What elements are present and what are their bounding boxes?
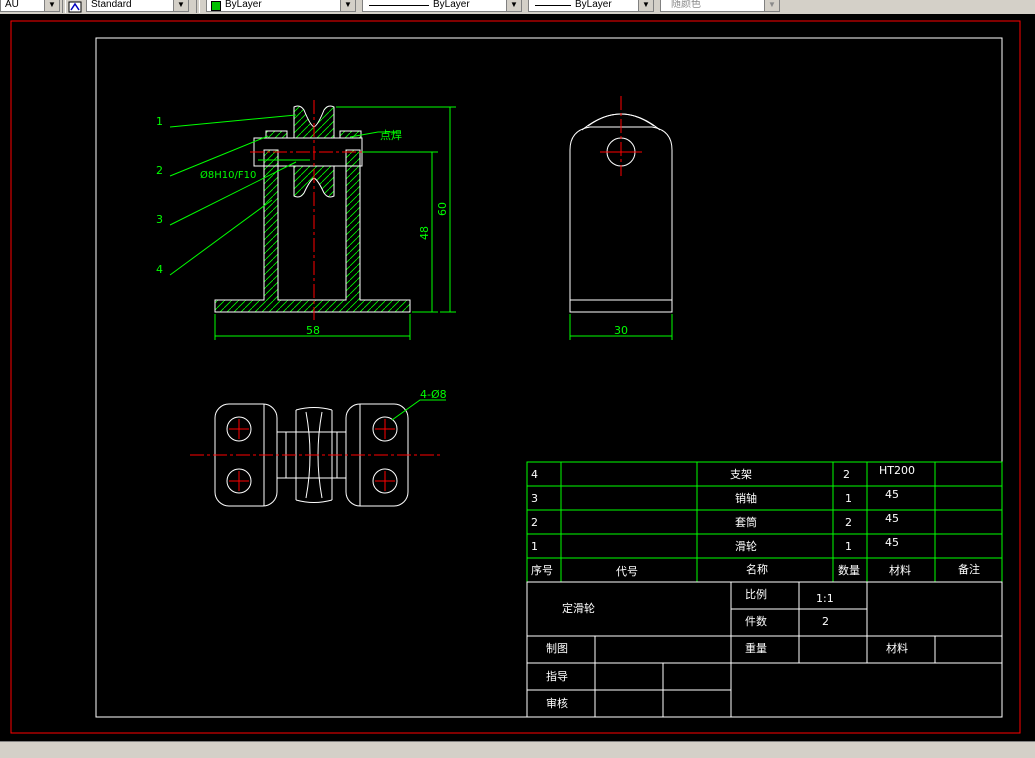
bom-material: HT200	[879, 464, 915, 477]
side-view: 30	[569, 96, 673, 340]
bom-material: 45	[885, 536, 899, 549]
cut-off-combo-value: AU	[5, 0, 19, 10]
bom-header-material: 材料	[889, 563, 911, 577]
lineweight-swatch-icon	[535, 5, 571, 6]
linetype-combo[interactable]: ByLayer ▼	[362, 0, 522, 12]
toolbar-separator	[62, 0, 66, 13]
leader-line-4	[169, 199, 273, 276]
leader-label-3: 3	[156, 213, 163, 226]
chevron-down-icon[interactable]: ▼	[764, 0, 779, 11]
weight-label: 重量	[745, 641, 767, 655]
weld-note: 点焊	[380, 128, 402, 142]
bom-material: 45	[885, 488, 899, 501]
color-combo[interactable]: ByLayer ▼	[206, 0, 356, 12]
drawn-label: 制图	[546, 642, 568, 655]
toolbar-separator	[196, 0, 200, 13]
linetype-swatch-icon	[369, 5, 429, 6]
leader-label-1: 1	[156, 115, 163, 128]
bom-seq: 3	[531, 492, 538, 505]
pieces-value: 2	[822, 615, 829, 628]
hole-note: 4-Ø8	[420, 388, 447, 401]
leader-line-1	[169, 114, 297, 128]
cut-off-combo[interactable]: AU ▼	[0, 0, 60, 12]
title-block-text: 定滑轮 比例 1:1 件数 2 制图 重量 材料 指导 审核	[546, 587, 908, 710]
bom-header-name: 名称	[746, 562, 768, 576]
bom-qty: 1	[845, 540, 852, 553]
fit-note: Ø8H10/F10	[200, 169, 256, 181]
status-bar	[0, 741, 1035, 758]
material-label: 材料	[886, 641, 908, 655]
bom-name: 套筒	[735, 515, 757, 529]
drawing-name: 定滑轮	[562, 601, 595, 615]
text-style-combo[interactable]: Standard ▼	[86, 0, 189, 12]
bom-material: 45	[885, 512, 899, 525]
color-combo-value: ByLayer	[225, 0, 262, 10]
bom-name: 支架	[730, 468, 752, 481]
plotstyle-combo[interactable]: 随颜色 ▼	[660, 0, 780, 12]
bom-header-seq: 序号	[531, 563, 553, 577]
sleeve-left-section	[265, 130, 288, 139]
lineweight-combo[interactable]: ByLayer ▼	[528, 0, 654, 12]
dim-48-text: 48	[418, 226, 431, 240]
dim-30-text: 30	[614, 324, 628, 337]
leader-label-4: 4	[156, 263, 163, 276]
bom-qty: 2	[843, 468, 850, 481]
text-style-icon[interactable]	[68, 0, 82, 13]
bom-header-note: 备注	[958, 562, 980, 576]
chevron-down-icon[interactable]: ▼	[638, 0, 653, 11]
bom-rows: 4 支架 2 HT200 3 销轴 1 45 2 套筒 2 45 1 滑轮 1 …	[531, 464, 980, 578]
bom-seq: 2	[531, 516, 538, 529]
bom-name: 滑轮	[735, 539, 757, 553]
text-style-value: Standard	[91, 0, 132, 10]
pieces-label: 件数	[745, 615, 767, 628]
color-swatch-icon	[211, 1, 221, 11]
chevron-down-icon[interactable]: ▼	[173, 0, 188, 11]
hole-note-leader	[391, 399, 446, 421]
review-label: 审核	[546, 696, 568, 710]
plotstyle-combo-value: 随颜色	[671, 0, 701, 10]
cad-drawing: 1 2 3 4 点焊 Ø8H10/F10 58 48 60 30 4-Ø8 4 …	[10, 20, 1021, 734]
inner-frame-border	[95, 37, 1003, 718]
chevron-down-icon[interactable]: ▼	[340, 0, 355, 11]
dim-58-text: 58	[306, 324, 320, 337]
bom-name: 销轴	[735, 491, 757, 505]
top-view: 4-Ø8	[190, 388, 447, 507]
linetype-combo-value: ByLayer	[433, 0, 470, 10]
scale-label: 比例	[745, 587, 767, 601]
bom-header-code: 代号	[616, 565, 638, 578]
bom-seq: 4	[531, 468, 538, 481]
lineweight-combo-value: ByLayer	[575, 0, 612, 10]
bom-header-qty: 数量	[838, 564, 860, 577]
front-view: 1 2 3 4 点焊 Ø8H10/F10 58 48 60	[156, 100, 456, 340]
guide-label: 指导	[546, 669, 568, 683]
chevron-down-icon[interactable]: ▼	[44, 0, 59, 11]
bom-qty: 1	[845, 492, 852, 505]
scale-value: 1:1	[816, 592, 834, 605]
chevron-down-icon[interactable]: ▼	[506, 0, 521, 11]
leader-label-2: 2	[156, 164, 163, 177]
bom-seq: 1	[531, 540, 538, 553]
drawing-canvas[interactable]: 1 2 3 4 点焊 Ø8H10/F10 58 48 60 30 4-Ø8 4 …	[0, 14, 1035, 741]
dim-60-text: 60	[436, 202, 449, 216]
properties-toolbar: AU ▼ Standard ▼ ByLayer ▼ ByLayer ▼ ByLa…	[0, 0, 1035, 15]
bom-qty: 2	[845, 516, 852, 529]
